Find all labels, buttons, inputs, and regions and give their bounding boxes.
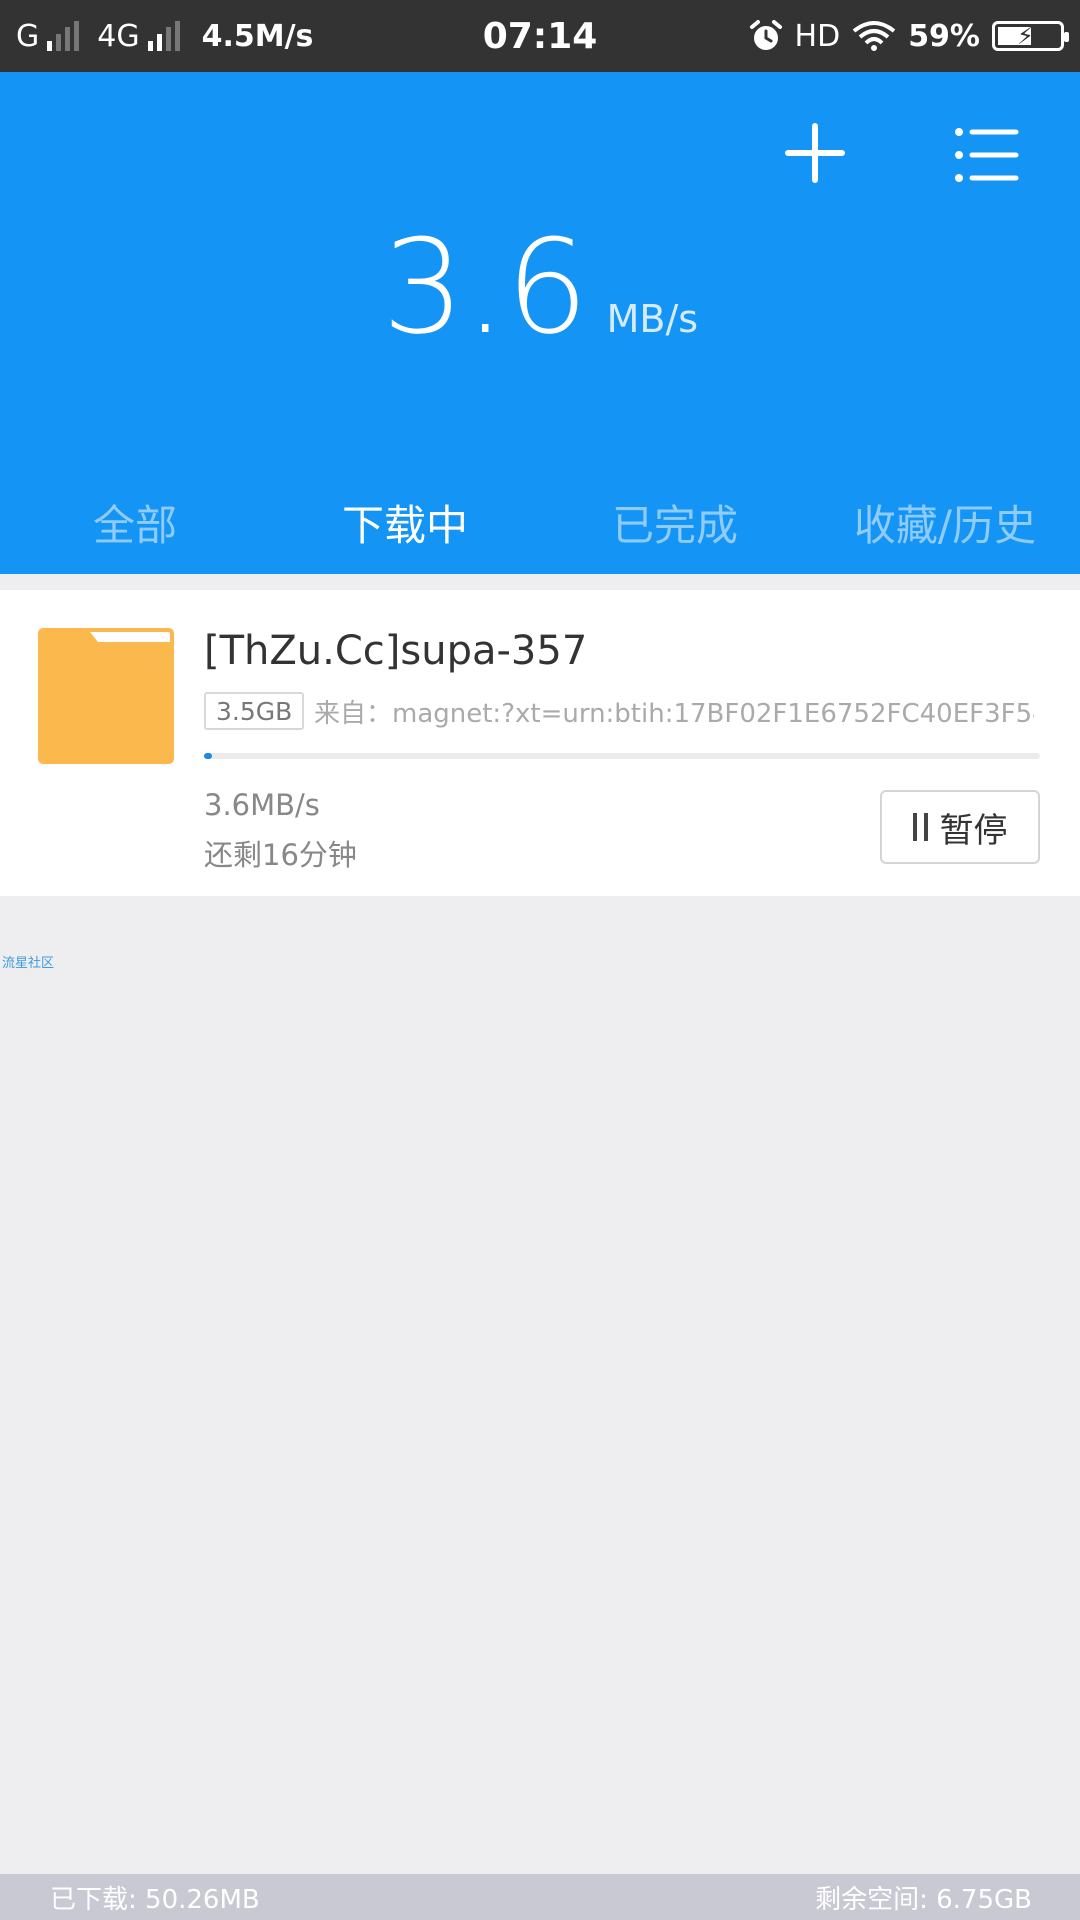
downloaded-amount: 已下载: 50.26MB (50, 1884, 260, 1915)
tab-bar: 全部 下载中 已完成 收藏/历史 (0, 472, 1080, 572)
alarm-icon (749, 20, 782, 50)
pause-label: 暂停 (939, 810, 1008, 851)
free-space: 剩余空间: 6.75GB (815, 1884, 1032, 1915)
watermark-text: 流星社区 (2, 956, 55, 971)
wifi-icon (852, 21, 896, 51)
tab-favorites-history[interactable]: 收藏/历史 (810, 472, 1080, 572)
add-download-button[interactable] (778, 116, 852, 190)
folder-icon (38, 628, 174, 764)
tab-completed[interactable]: 已完成 (540, 472, 810, 572)
tab-downloading[interactable]: 下载中 (270, 472, 540, 572)
tab-all[interactable]: 全部 (0, 472, 270, 572)
total-speed: 3.6 MB/s (0, 222, 1080, 352)
download-title: [ThZu.Cc]supa-357 (204, 628, 588, 674)
file-size-badge: 3.5GB (204, 692, 305, 730)
battery-icon: ⚡ (992, 21, 1069, 51)
download-source: 来自：magnet:?xt=urn:btih:17BF02F1E6752FC40… (314, 698, 1034, 729)
pause-icon (912, 813, 928, 841)
list-menu-icon (955, 128, 1019, 182)
plus-icon (785, 123, 845, 183)
time-remaining: 还剩16分钟 (204, 838, 357, 872)
charging-icon: ⚡ (1017, 22, 1034, 50)
download-speed: 3.6MB/s (204, 788, 320, 822)
progress-fill (204, 753, 213, 759)
storage-bar: 已下载: 50.26MB 剩余空间: 6.75GB (0, 1874, 1080, 1920)
total-speed-value: 3.6 (381, 211, 589, 363)
status-bar: G 4G 4.5M/s 07:14 HD 59% ⚡ (0, 0, 1080, 72)
progress-bar (204, 753, 1040, 759)
hd-indicator: HD (794, 18, 841, 54)
download-item[interactable]: [ThZu.Cc]supa-357 3.5GB 来自：magnet:?xt=ur… (0, 590, 1080, 896)
speed-header: 3.6 MB/s 全部 下载中 已完成 收藏/历史 (0, 72, 1080, 574)
pause-button[interactable]: 暂停 (880, 790, 1040, 864)
total-speed-unit: MB/s (606, 297, 699, 341)
menu-button[interactable] (950, 118, 1024, 192)
status-bar-right: HD 59% ⚡ (749, 0, 1069, 72)
battery-percent: 59% (908, 18, 980, 54)
